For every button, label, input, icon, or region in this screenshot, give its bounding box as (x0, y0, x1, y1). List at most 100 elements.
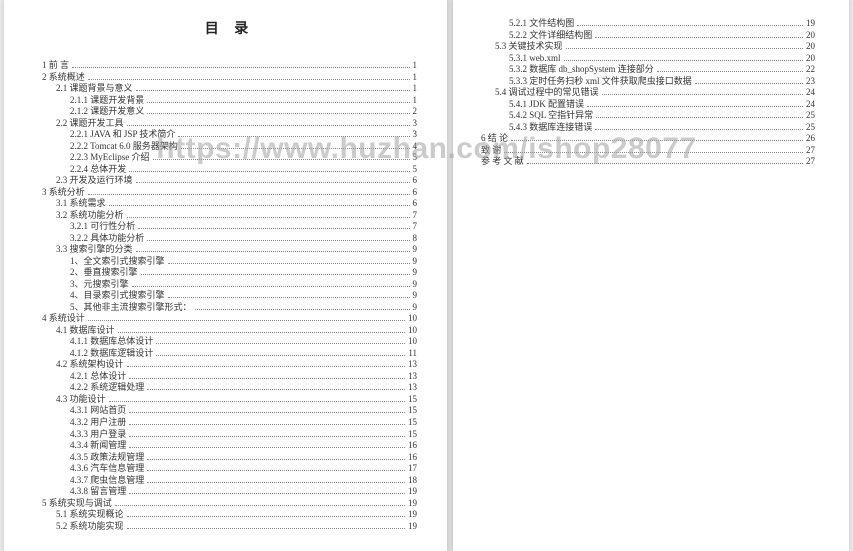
toc-entry-page: 22 (806, 64, 815, 76)
toc-entry: 4.3 功能设计15 (42, 394, 417, 406)
toc-entry-page: 4 (413, 141, 418, 153)
toc-entry-page: 19 (408, 509, 417, 521)
toc-entry: 3.2 系统功能分析7 (42, 210, 417, 222)
toc-entry-page: 1 (413, 60, 418, 72)
toc-entry: 5.3.1 web.xml20 (481, 53, 815, 65)
toc-entry-page: 10 (408, 313, 417, 325)
toc-entry: 3.1 系统需求6 (42, 198, 417, 210)
toc-leader-dots (178, 136, 409, 137)
toc-list-left: 1 前 言12 系统概述12.1 课题背景与意义12.1.1 课题开发背景12.… (42, 60, 417, 532)
toc-entry-page: 18 (408, 475, 417, 487)
toc-entry-label: 2.3 开发及运行环境 (56, 175, 133, 187)
toc-entry-label: 5.4.3 数据库连接错误 (509, 122, 592, 134)
toc-entry-label: 1、全文索引式搜索引擎 (70, 256, 165, 268)
page-left: 目 录 1 前 言12 系统概述12.1 课题背景与意义12.1.1 课题开发背… (4, 0, 447, 551)
toc-entry-label: 4.1.1 数据库总体设计 (70, 336, 153, 348)
toc-leader-dots (129, 436, 405, 437)
toc-entry-label: 4.2.1 总体设计 (70, 371, 126, 383)
toc-entry: 2.1 课题背景与意义1 (42, 83, 417, 95)
toc-leader-dots (181, 148, 410, 149)
toc-entry: 4.3.5 政策法规管理16 (42, 452, 417, 464)
toc-entry-page: 9 (413, 244, 418, 256)
toc-leader-dots (153, 159, 410, 160)
toc-entry: 4.1.1 数据库总体设计 10 (42, 336, 417, 348)
toc-entry: 4.3.1 网站首页15 (42, 405, 417, 417)
toc-leader-dots (595, 37, 803, 38)
toc-entry-label: 4.3.6 汽车信息管理 (70, 463, 144, 475)
toc-entry: 3.3 搜索引擎的分类9 (42, 244, 417, 256)
toc-title: 目 录 (42, 18, 417, 38)
toc-leader-dots (147, 113, 409, 114)
toc-entry-page: 15 (408, 417, 417, 429)
toc-leader-dots (147, 470, 405, 471)
toc-entry: 2.2.4 总体开发5 (42, 164, 417, 176)
toc-leader-dots (695, 83, 803, 84)
toc-entry-label: 5.2.2 文件详细结构图 (509, 30, 592, 42)
toc-leader-dots (127, 125, 410, 126)
toc-entry-page: 7 (413, 210, 418, 222)
toc-leader-dots (147, 482, 405, 483)
toc-entry-label: 5.4.1 JDK 配置错误 (509, 99, 584, 111)
toc-entry-label: 2.1 课题背景与意义 (56, 83, 133, 95)
toc-leader-dots (136, 251, 410, 252)
toc-entry-page: 19 (408, 498, 417, 510)
toc-entry: 5.3 关键技术实现20 (481, 41, 815, 53)
toc-leader-dots (88, 194, 410, 195)
toc-entry-label: 3、元搜索引擎 (70, 279, 129, 291)
toc-entry-page: 15 (408, 405, 417, 417)
toc-entry-page: 26 (806, 133, 815, 145)
toc-entry: 2.2.3 MyEclipse 介绍5 (42, 152, 417, 164)
toc-entry-label: 4、目录索引式搜索引擎 (70, 290, 165, 302)
toc-entry: 2.2.2 Tomcat 6.0 服务器架构4 (42, 141, 417, 153)
toc-entry-label: 4.2 系统架构设计 (56, 359, 124, 371)
toc-entry: 6 结 论26 (481, 133, 815, 145)
toc-entry: 4 系统设计 10 (42, 313, 417, 325)
toc-entry-label: 5.2.1 文件结构图 (509, 18, 574, 30)
toc-leader-dots (587, 106, 803, 107)
toc-entry-label: 4.2.2 系统逻辑处理 (70, 382, 144, 394)
toc-entry-label: 4.3.5 政策法规管理 (70, 452, 144, 464)
toc-leader-dots (138, 228, 409, 229)
toc-entry-page: 9 (413, 256, 418, 268)
toc-entry-label: 4.1.2 数据库逻辑设计 (70, 348, 153, 360)
toc-entry: 4、目录索引式搜索引擎9 (42, 290, 417, 302)
toc-entry: 1、全文索引式搜索引擎 9 (42, 256, 417, 268)
toc-entry-label: 4 系统设计 (42, 313, 85, 325)
toc-entry-label: 2.2 课题开发工具 (56, 118, 124, 130)
toc-entry-label: 5.4.2 SQL 空指针异常 (509, 110, 593, 122)
toc-entry: 5.1 系统实现概论19 (42, 509, 417, 521)
toc-entry-label: 3.1 系统需求 (56, 198, 106, 210)
toc-leader-dots (147, 102, 409, 103)
toc-entry-page: 5 (413, 164, 418, 176)
toc-leader-dots (88, 79, 410, 80)
toc-entry-label: 4.3.4 新闻管理 (70, 440, 126, 452)
toc-entry-page: 1 (413, 72, 418, 84)
toc-entry-page: 10 (408, 336, 417, 348)
toc-entry-label: 3.2.1 可行性分析 (70, 221, 135, 233)
toc-entry-page: 10 (408, 325, 417, 337)
toc-leader-dots (118, 332, 405, 333)
toc-leader-dots (129, 447, 405, 448)
toc-entry-page: 6 (413, 187, 418, 199)
toc-entry: 5.3.2 数据库 db_shopSystem 连接部分22 (481, 64, 815, 76)
toc-entry: 4.2.1 总体设计 13 (42, 371, 417, 383)
toc-list-right: 5.2.1 文件结构图195.2.2 文件详细结构图205.3 关键技术实现20… (481, 18, 815, 168)
toc-entry-label: 5.2 系统功能实现 (56, 521, 124, 533)
toc-entry-page: 7 (413, 221, 418, 233)
toc-entry: 2.1.1 课题开发背景1 (42, 95, 417, 107)
toc-entry-page: 13 (408, 371, 417, 383)
toc-entry-page: 3 (413, 118, 418, 130)
toc-leader-dots (657, 71, 803, 72)
toc-entry-page: 19 (806, 18, 815, 30)
toc-entry: 2.2.1 JAVA 和 JSP 技术简介3 (42, 129, 417, 141)
toc-leader-dots (129, 493, 405, 494)
toc-entry-label: 5.3.3 定时任务扫秒 xml 文件获取爬虫接口数据 (509, 76, 692, 88)
toc-entry-label: 2.1.1 课题开发背景 (70, 95, 144, 107)
toc-entry-page: 24 (806, 99, 815, 111)
toc-entry: 致 谢27 (481, 145, 815, 157)
toc-leader-dots (147, 240, 409, 241)
toc-entry-page: 17 (408, 463, 417, 475)
toc-entry-page: 9 (413, 267, 418, 279)
toc-leader-dots (564, 60, 804, 61)
toc-leader-dots (141, 274, 410, 275)
